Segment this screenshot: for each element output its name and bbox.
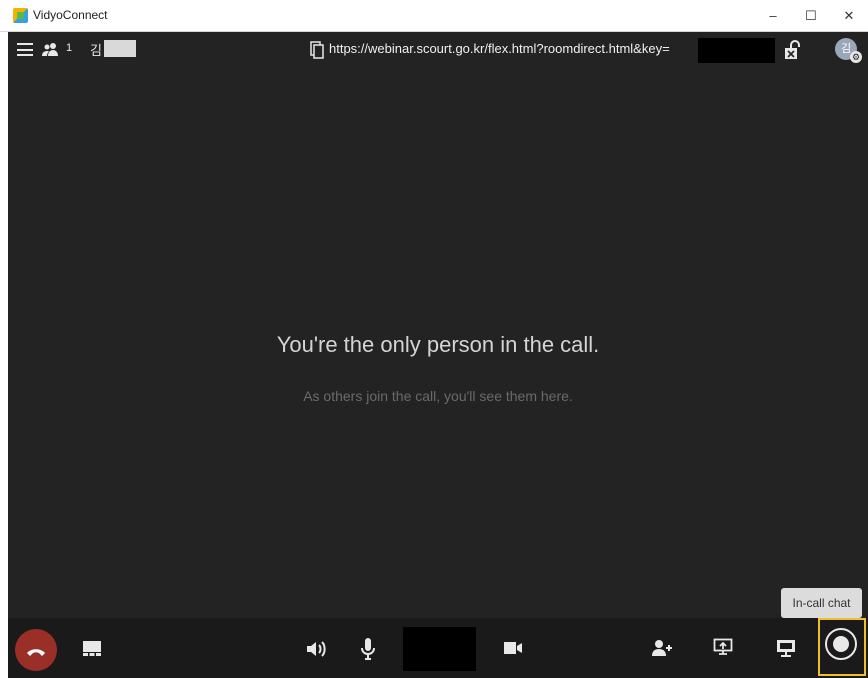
end-call-button[interactable] [15,629,57,671]
empty-state-title: You're the only person in the call. [276,332,600,357]
add-user-icon[interactable] [651,639,673,657]
maximize-button[interactable]: ☐ [794,4,828,28]
user-name-redacted [104,40,136,57]
window-title: VidyoConnect [33,8,108,22]
speaker-icon[interactable] [305,639,327,659]
share-screen-icon[interactable] [713,638,733,656]
gear-icon[interactable]: ⚙ [850,51,862,63]
participant-count: 1 [66,42,73,54]
call-controls-toolbar [8,618,868,678]
minimize-button[interactable]: – [756,4,790,28]
microphone-icon[interactable] [360,637,376,661]
camera-icon[interactable] [503,640,523,656]
monitor-icon[interactable] [776,638,796,658]
call-window: 1 김 https://webinar.scourt.go.kr/flex.ht… [8,32,868,678]
room-key-redacted [698,38,775,63]
layout-icon[interactable] [82,639,102,657]
room-url[interactable]: https://webinar.scourt.go.kr/flex.html?r… [329,41,670,56]
unlock-icon[interactable] [784,40,800,60]
close-button[interactable]: ✕ [832,4,866,28]
participants-icon[interactable] [42,42,60,56]
in-call-chat-tooltip: In-call chat [781,588,862,624]
copy-icon[interactable] [310,41,324,59]
hamburger-icon[interactable] [17,43,33,56]
vidyoconnect-logo-icon [13,8,28,23]
self-view-redacted [403,627,476,671]
chat-icon[interactable] [825,628,857,660]
call-header: 1 김 https://webinar.scourt.go.kr/flex.ht… [8,32,868,68]
user-name-initial: 김 [90,43,102,58]
empty-state-subtitle: As others join the call, you'll see them… [303,388,573,404]
phone-hangup-icon [27,649,45,656]
window-titlebar: VidyoConnect – ☐ ✕ [0,0,868,32]
